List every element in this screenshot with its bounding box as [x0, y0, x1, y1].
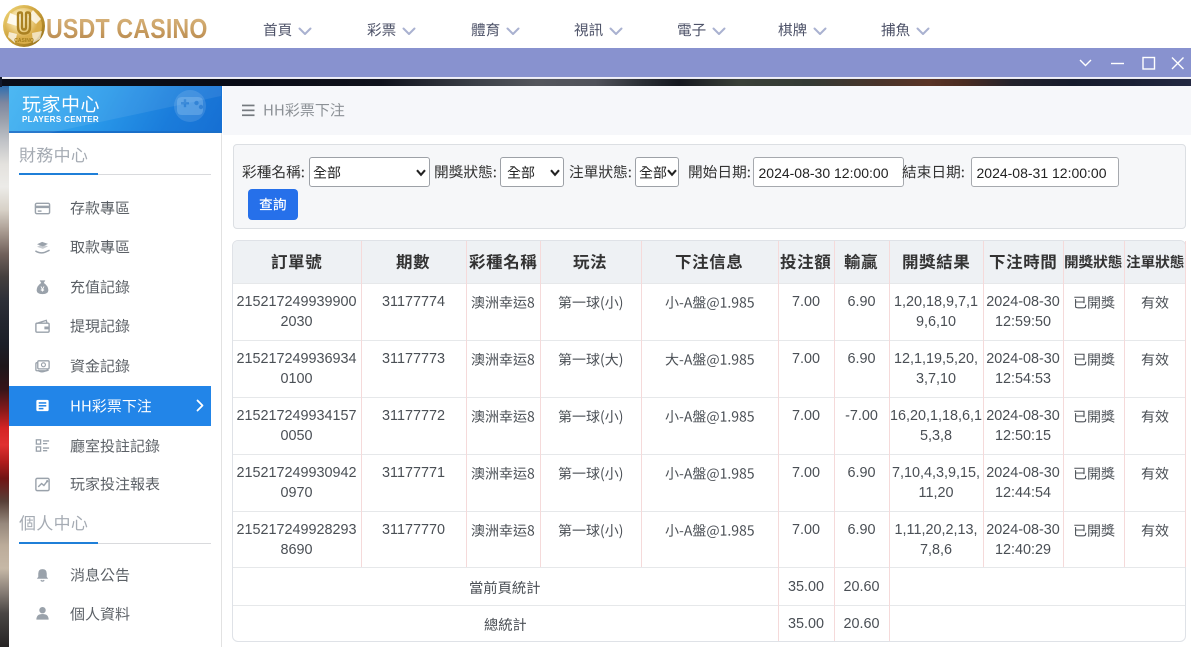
svg-text:CASINO: CASINO	[14, 38, 34, 44]
svg-text:¥: ¥	[41, 285, 45, 293]
